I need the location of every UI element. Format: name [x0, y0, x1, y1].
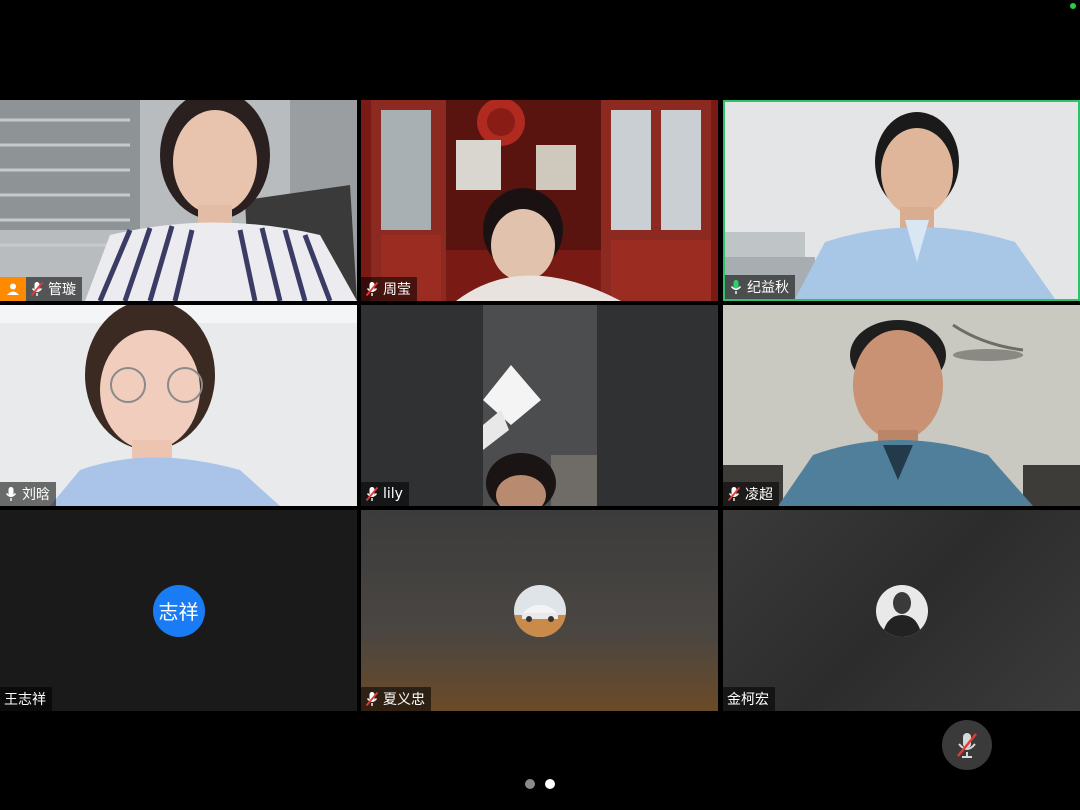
participant-video-feed [0, 305, 357, 506]
page-indicator-1[interactable] [525, 779, 535, 789]
mic-icon [5, 487, 17, 501]
participant-avatar [513, 584, 566, 637]
participant-name: 刘晗 [22, 487, 50, 503]
participant-video-feed [361, 100, 718, 301]
participant-name: 纪益秋 [747, 280, 789, 296]
video-tile-7[interactable]: 志祥 王志祥 [0, 510, 357, 711]
participant-name-label: 凌超 [723, 482, 779, 506]
mic-muted-icon [365, 486, 379, 502]
status-indicator-dot [1070, 3, 1076, 9]
self-mic-toggle-button[interactable] [942, 720, 992, 770]
mic-muted-icon [957, 733, 977, 758]
video-tile-3-active-speaker[interactable]: 纪益秋 [723, 100, 1080, 301]
participant-name-label: 纪益秋 [725, 275, 795, 299]
mic-muted-icon [727, 486, 741, 502]
participant-video-feed [0, 100, 357, 301]
person-avatar-icon [875, 584, 928, 637]
video-tile-5[interactable]: lily [361, 305, 718, 506]
mic-muted-icon [30, 281, 44, 297]
participant-name-label: lily [361, 482, 409, 506]
participant-name-label: 管璇 [0, 277, 82, 301]
participant-video-feed [723, 305, 1080, 506]
video-tile-1[interactable]: 管璇 [0, 100, 357, 301]
participant-name-label: 夏义忠 [361, 687, 431, 711]
participant-name-label: 王志祥 [0, 687, 52, 711]
mic-muted-icon [365, 691, 379, 707]
participant-name: lily [383, 486, 403, 502]
host-icon [0, 277, 26, 301]
video-tile-9[interactable]: 金柯宏 [723, 510, 1080, 711]
participant-video-feed [361, 305, 718, 506]
video-tile-2[interactable]: 周莹 [361, 100, 718, 301]
participant-name-label: 金柯宏 [723, 687, 775, 711]
participant-avatar [875, 584, 928, 637]
participant-name-label: 刘晗 [0, 482, 56, 506]
participant-avatar: 志祥 [152, 584, 205, 637]
video-tile-6[interactable]: 凌超 [723, 305, 1080, 506]
participant-name: 王志祥 [4, 692, 46, 708]
participant-name: 金柯宏 [727, 692, 769, 708]
participant-name: 周莹 [383, 282, 411, 298]
participant-name-label: 周莹 [361, 277, 417, 301]
participant-video-feed [725, 102, 1078, 299]
video-tile-8[interactable]: 夏义忠 [361, 510, 718, 711]
mic-muted-icon [365, 281, 379, 297]
participant-name: 夏义忠 [383, 692, 425, 708]
participant-name: 管璇 [48, 282, 76, 298]
mic-active-icon [730, 280, 742, 294]
participant-name: 凌超 [745, 487, 773, 503]
video-tile-4[interactable]: 刘晗 [0, 305, 357, 506]
car-avatar-icon [513, 584, 566, 637]
page-indicator-2-current[interactable] [545, 779, 555, 789]
